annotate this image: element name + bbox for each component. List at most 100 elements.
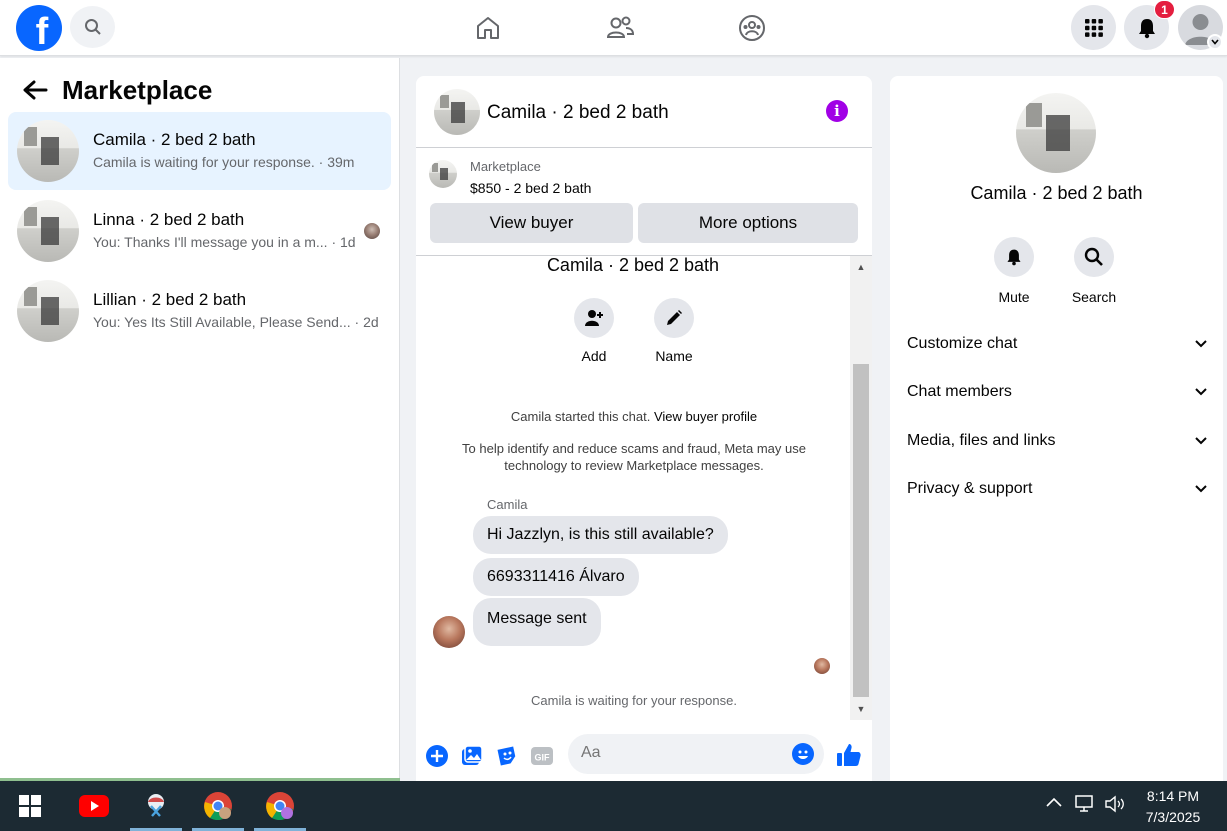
listing-price[interactable]: $850 - 2 bed 2 bath [470, 180, 591, 196]
system-clock[interactable]: 8:14 PM 7/3/2025 [1128, 786, 1218, 828]
windows-start-icon[interactable] [4, 781, 56, 831]
listing-label: Marketplace [470, 159, 541, 174]
add-person-icon [585, 310, 603, 326]
customize-chat-section[interactable]: Customize chat [907, 329, 1207, 359]
conversation-title: Linna · 2 bed 2 bath [93, 210, 245, 229]
chevron-down-icon[interactable] [1207, 34, 1223, 50]
photo-icon[interactable] [461, 745, 483, 767]
chat-header: Camila · 2 bed 2 bath i [416, 76, 872, 148]
scroll-down-icon[interactable]: ▼ [855, 704, 867, 714]
listing-thumbnail [17, 200, 79, 262]
conversation-title: Lillian · 2 bed 2 bath [93, 290, 247, 309]
chat-started-text: Camila started this chat. [510, 409, 651, 424]
sender-avatar[interactable] [433, 616, 465, 648]
view-buyer-profile-link[interactable]: View buyer profile [654, 409, 757, 424]
chat-started-notice: Camila started this chat. View buyer pro… [436, 408, 832, 425]
section-label: Privacy & support [907, 480, 1033, 497]
conversation-item[interactable]: Linna · 2 bed 2 bath You: Thanks I'll me… [8, 192, 391, 270]
message-bubble[interactable]: Hi Jazzlyn, is this still available? [473, 516, 728, 554]
groups-icon[interactable] [734, 10, 770, 46]
gif-icon[interactable]: GIF [531, 745, 553, 767]
section-label: Chat members [907, 383, 1012, 400]
network-icon[interactable] [1074, 794, 1096, 819]
search-icon [84, 19, 101, 35]
facebook-logo-icon[interactable]: f [16, 5, 62, 53]
message-bubble[interactable]: Message sent [473, 598, 601, 646]
pencil-icon [667, 310, 682, 325]
logo-letter: f [35, 10, 49, 53]
bell-icon [1138, 18, 1155, 38]
add-label: Add [581, 348, 607, 364]
plus-icon[interactable] [426, 745, 448, 767]
scroll-up-icon[interactable]: ▲ [855, 262, 867, 272]
info-icon[interactable]: i [826, 100, 848, 122]
search-label: Search [1071, 289, 1117, 305]
add-people-button[interactable]: Add [559, 298, 629, 364]
chat-title[interactable]: Camila · 2 bed 2 bath [487, 102, 669, 124]
conversation-sidebar: Marketplace Camila · 2 bed 2 bath Camila… [0, 58, 400, 780]
conversation-preview: Camila is waiting for your response. · 3… [93, 154, 355, 170]
page-title: Marketplace [62, 74, 213, 105]
search-icon [1084, 247, 1103, 266]
friends-icon[interactable] [602, 10, 638, 46]
chevron-down-icon [1195, 340, 1207, 348]
privacy-support-section[interactable]: Privacy & support [907, 474, 1207, 504]
chevron-down-icon [1195, 388, 1207, 396]
chevron-down-icon [1195, 485, 1207, 493]
section-label: Media, files and links [907, 432, 1056, 449]
conversation-heading: Camila · 2 bed 2 bath [546, 255, 720, 275]
chrome-icon[interactable] [254, 781, 306, 831]
emoji-icon[interactable] [792, 743, 814, 765]
chevron-up-icon[interactable] [1046, 794, 1062, 812]
conversation-preview: You: Thanks I'll message you in a m... ·… [93, 234, 356, 250]
search-button[interactable] [70, 6, 115, 48]
thumbs-up-icon[interactable] [836, 742, 862, 768]
section-label: Customize chat [907, 335, 1018, 352]
sender-name: Camila [487, 497, 528, 512]
message-input-wrapper [568, 734, 824, 774]
search-conversation-button[interactable]: Search [1059, 237, 1129, 305]
volume-icon[interactable] [1104, 794, 1126, 819]
more-options-button[interactable]: More options [638, 203, 858, 243]
snipping-tool-icon[interactable] [130, 781, 182, 831]
notification-count-badge: 1 [1154, 0, 1175, 19]
message-composer: GIF [416, 734, 872, 778]
scam-notice: To help identify and reduce scams and fr… [462, 441, 806, 473]
clock-time: 8:14 PM [1146, 788, 1200, 804]
home-icon[interactable] [470, 10, 506, 46]
svg-text:GIF: GIF [535, 753, 551, 763]
menu-grid-icon [1084, 18, 1103, 37]
chat-avatar[interactable] [434, 89, 480, 135]
chevron-down-icon [1195, 437, 1207, 445]
chat-members-section[interactable]: Chat members [907, 377, 1207, 407]
scrollbar-thumb[interactable] [853, 364, 869, 697]
mute-label: Mute [998, 289, 1030, 305]
view-buyer-button[interactable]: View buyer [430, 203, 633, 243]
media-files-links-section[interactable]: Media, files and links [907, 426, 1207, 456]
message-input[interactable] [581, 744, 781, 762]
conversation-preview: You: Yes Its Still Available, Please Sen… [93, 314, 379, 330]
name-label: Name [655, 348, 693, 364]
top-navigation-bar: f 1 [0, 0, 1227, 56]
mute-button[interactable]: Mute [979, 237, 1049, 305]
bell-icon [1007, 249, 1021, 266]
seen-avatar [364, 223, 380, 239]
youtube-icon[interactable] [68, 781, 120, 831]
listing-thumbnail [17, 280, 79, 342]
windows-taskbar: 8:14 PM 7/3/2025 [0, 781, 1227, 831]
listing-thumbnail [17, 120, 79, 182]
conversation-item[interactable]: Camila · 2 bed 2 bath Camila is waiting … [8, 112, 391, 190]
waiting-status: Camila is waiting for your response. [531, 693, 737, 708]
clock-date: 7/3/2025 [1145, 809, 1201, 825]
menu-grid-button[interactable] [1071, 5, 1116, 50]
message-bubble[interactable]: 6693311416 Álvaro [473, 558, 639, 596]
chrome-icon[interactable] [192, 781, 244, 831]
sticker-icon[interactable] [496, 745, 518, 767]
conversation-item[interactable]: Lillian · 2 bed 2 bath You: Yes Its Stil… [8, 272, 391, 350]
conversation-title: Camila · 2 bed 2 bath [93, 130, 256, 149]
back-arrow-icon[interactable] [22, 79, 48, 101]
chat-profile-photo[interactable] [1016, 93, 1096, 173]
chat-details-panel: Camila · 2 bed 2 bath Mute Search Custom… [890, 76, 1223, 782]
edit-name-button[interactable]: Name [639, 298, 709, 364]
sidebar-header: Marketplace [22, 72, 212, 108]
